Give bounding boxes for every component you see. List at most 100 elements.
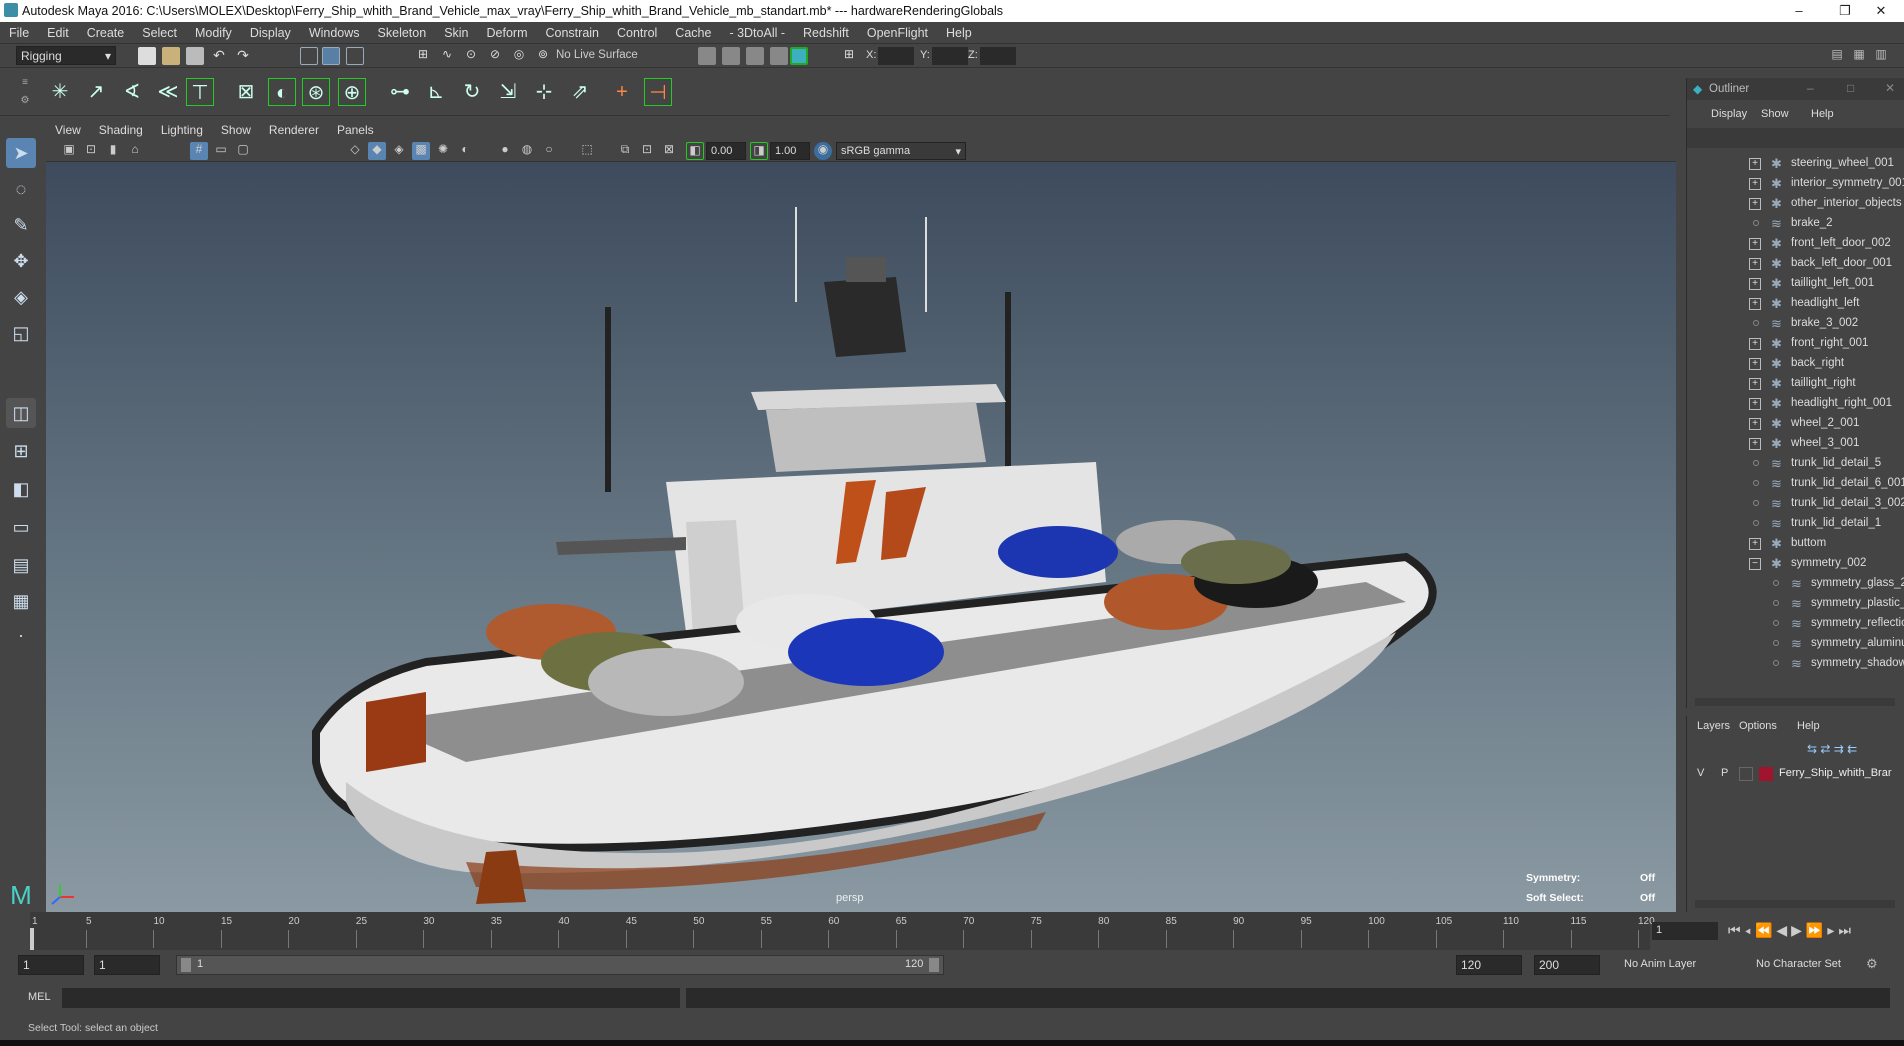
command-input[interactable] — [62, 988, 680, 1008]
menu-file[interactable]: File — [0, 22, 38, 40]
image-plane-icon[interactable]: ⌂ — [126, 142, 144, 160]
start-time-field[interactable]: 1 — [18, 955, 84, 975]
scale-constraint-icon[interactable]: ⇲ — [494, 78, 522, 106]
expand-icon[interactable]: + — [1749, 298, 1761, 310]
range-end-handle[interactable] — [929, 958, 939, 972]
menu-cache[interactable]: Cache — [666, 22, 720, 40]
viewport-menu-lighting[interactable]: Lighting — [152, 120, 212, 140]
gamma-icon[interactable]: ◨ — [750, 142, 768, 160]
paint-select-icon[interactable]: ✎ — [6, 210, 36, 240]
bind-skin-icon[interactable]: ⊤ — [186, 78, 214, 106]
outliner-item[interactable]: + ✱ taillight_left_001 — [1687, 274, 1904, 294]
layer-h-scrollbar[interactable] — [1695, 900, 1895, 908]
layer-menu-layers[interactable]: Layers — [1697, 720, 1730, 732]
wireframe-on-shaded-icon[interactable]: ◈ — [390, 142, 408, 160]
paint-weights-icon[interactable]: ≪ — [154, 78, 182, 106]
camera-icon[interactable]: ▣ — [60, 142, 78, 160]
orient-constraint-icon[interactable]: ↻ — [458, 78, 486, 106]
smooth-shade-icon[interactable]: ◆ — [368, 142, 386, 160]
expand-icon[interactable]: + — [1749, 358, 1761, 370]
shelf-options-icon[interactable]: ≡ ⚙ — [18, 74, 32, 112]
playback-controls[interactable]: ⏮◂⏪◀▶⏩▸⏭ — [1728, 922, 1904, 940]
snap-grid-icon[interactable]: ⊞ — [414, 47, 432, 65]
outliner-search[interactable] — [1687, 128, 1904, 148]
persp-outliner-icon[interactable]: ▦ — [6, 586, 36, 616]
outliner-item[interactable]: + ✱ headlight_left — [1687, 294, 1904, 314]
outliner-menu-display[interactable]: Display — [1711, 108, 1747, 120]
snap-curve-icon[interactable]: ∿ — [438, 47, 456, 65]
film-gate-icon[interactable]: ▭ — [212, 142, 230, 160]
wrap-icon[interactable]: ⊛ — [302, 78, 330, 106]
wireframe-icon[interactable]: ◇ — [346, 142, 364, 160]
snap-view-icon[interactable]: ⊘ — [486, 47, 504, 65]
set-driven-key-icon[interactable]: ⊣ — [644, 78, 672, 106]
new-scene-icon[interactable] — [138, 47, 156, 65]
outliner-menu-help[interactable]: Help — [1811, 108, 1834, 120]
expand-icon[interactable]: + — [1749, 378, 1761, 390]
outliner-item[interactable]: ≋ symmetry_plastic_ — [1687, 594, 1904, 614]
expand-icon[interactable]: + — [1749, 438, 1761, 450]
z-field[interactable] — [980, 47, 1016, 65]
outliner-item[interactable]: + ✱ other_interior_objects — [1687, 194, 1904, 214]
joint-tool-icon[interactable]: ✳ — [46, 78, 74, 106]
colorspace-dropdown[interactable]: sRGB gamma ▾ — [836, 142, 966, 160]
toggle-panel-icon[interactable] — [790, 47, 808, 65]
select-hierarchy-icon[interactable] — [300, 47, 318, 65]
outliner-layout-icon[interactable]: ▭ — [6, 512, 36, 542]
menu-skin[interactable]: Skin — [435, 22, 477, 40]
expand-icon[interactable]: + — [1749, 258, 1761, 270]
outliner-h-scrollbar[interactable] — [1695, 698, 1895, 706]
bookmark-icon[interactable]: ▮ — [104, 142, 122, 160]
open-scene-icon[interactable] — [162, 47, 180, 65]
menu-3dtoall[interactable]: - 3DtoAll - — [720, 22, 794, 40]
blendshape-icon[interactable]: ⊕ — [338, 78, 366, 106]
menu-openflight[interactable]: OpenFlight — [858, 22, 937, 40]
end-time-field[interactable]: 200 — [1534, 955, 1600, 975]
rotate-tool-icon[interactable]: ◈ — [6, 282, 36, 312]
expand-icon[interactable]: + — [1749, 158, 1761, 170]
playback-start-field[interactable]: 1 — [94, 955, 160, 975]
outliner-item[interactable]: ≋ symmetry_reflectio — [1687, 614, 1904, 634]
menu-set-dropdown[interactable]: Rigging ▾ — [16, 46, 116, 65]
ik-handle-icon[interactable]: ↗ — [82, 78, 110, 106]
outliner-item[interactable]: + ✱ interior_symmetry_001 — [1687, 174, 1904, 194]
script-language-toggle[interactable]: MEL — [28, 991, 51, 1003]
outliner-item[interactable]: − ✱ symmetry_002 — [1687, 554, 1904, 574]
gamma-field[interactable]: 1.00 — [770, 142, 810, 160]
viewport-menu-shading[interactable]: Shading — [90, 120, 152, 140]
menu-edit[interactable]: Edit — [38, 22, 78, 40]
ipr-render-icon[interactable] — [722, 47, 740, 65]
snap-point-icon[interactable]: ⊙ — [462, 47, 480, 65]
playback-end-field[interactable]: 120 — [1456, 955, 1522, 975]
anim-prefs-icon[interactable]: ⚙ — [1866, 956, 1878, 972]
xray-components-icon[interactable]: ⊠ — [660, 142, 678, 160]
outliner-item[interactable]: ≋ trunk_lid_detail_1 — [1687, 514, 1904, 534]
menu-help[interactable]: Help — [937, 22, 981, 40]
layer-row[interactable]: V P Ferry_Ship_whith_Brar — [1687, 764, 1904, 784]
outliner-item[interactable]: ≋ brake_3_002 — [1687, 314, 1904, 334]
layer-menu-options[interactable]: Options — [1739, 720, 1777, 732]
outliner-item[interactable]: ≋ brake_2 — [1687, 214, 1904, 234]
time-slider[interactable]: 1 5 10 15 20 25 30 35 40 45 50 55 60 65 70 75 80 85 90 95 10… — [0, 912, 1904, 950]
camera-attr-icon[interactable]: ⊡ — [82, 142, 100, 160]
locator-icon[interactable]: + — [608, 78, 636, 106]
layer-tools-icons[interactable]: ⇆ ⇄ ⇉ ⇇ — [1807, 742, 1897, 760]
collapse-icon[interactable]: − — [1749, 558, 1761, 570]
expand-icon[interactable]: + — [1749, 418, 1761, 430]
range-start-handle[interactable] — [181, 958, 191, 972]
viewport-menu-renderer[interactable]: Renderer — [260, 120, 328, 140]
outliner-item[interactable]: ≋ symmetry_shadow — [1687, 654, 1904, 674]
current-time-marker[interactable] — [30, 928, 34, 950]
select-tool-icon[interactable]: ➤ — [6, 138, 36, 168]
two-view-icon[interactable]: ◧ — [6, 474, 36, 504]
render-settings-icon[interactable] — [746, 47, 764, 65]
character-set-dropdown[interactable]: No Character Set — [1756, 958, 1866, 970]
exposure-icon[interactable]: ◧ — [686, 142, 704, 160]
range-bar[interactable]: 1 120 — [176, 955, 944, 975]
scale-tool-icon[interactable]: ◱ — [6, 318, 36, 348]
outliner-item[interactable]: + ✱ wheel_3_001 — [1687, 434, 1904, 454]
expand-icon[interactable]: + — [1749, 338, 1761, 350]
layer-color-swatch[interactable] — [1759, 767, 1773, 781]
parent-constraint-icon[interactable]: ⊹ — [530, 78, 558, 106]
isolate-select-icon[interactable]: ⬚ — [578, 142, 596, 160]
